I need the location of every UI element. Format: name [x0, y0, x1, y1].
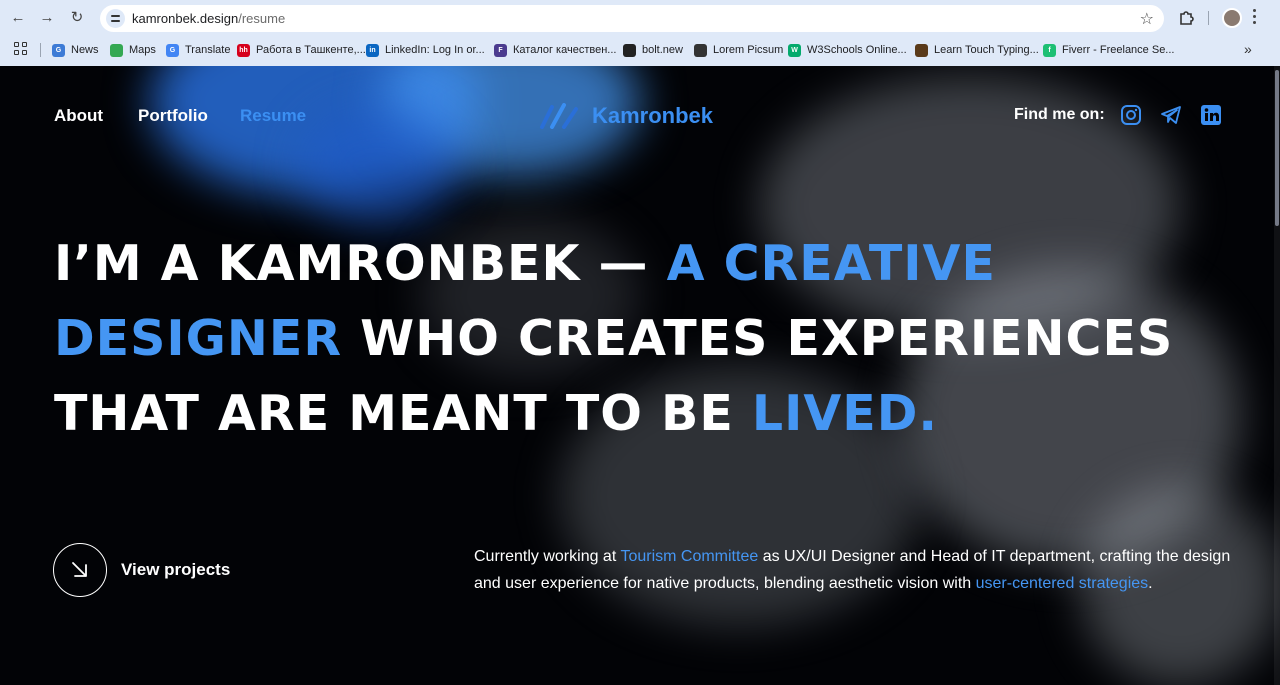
bookmark-label: bolt.new	[642, 44, 683, 56]
bookmark-favicon-icon: G	[52, 43, 65, 57]
back-button[interactable]: ←	[7, 7, 29, 29]
hero-headline: I’M A KAMRONBEK — A CREATIVE DESIGNER WH…	[54, 226, 1234, 451]
portfolio-page: About Portfolio Resume Kamronbek Find me…	[0, 66, 1280, 685]
instagram-icon	[1121, 105, 1141, 125]
url-text[interactable]: kamronbek.design/resume	[132, 11, 285, 26]
view-projects-button[interactable]	[53, 543, 107, 597]
bookmark-item[interactable]: bolt.new	[623, 42, 683, 58]
bookmark-item[interactable]: F Каталог качествен...	[494, 42, 616, 58]
tourism-committee-link[interactable]: Tourism Committee	[620, 548, 758, 565]
bookmark-item[interactable]: Lorem Picsum	[694, 42, 783, 58]
url-host: kamronbek.design	[132, 11, 239, 26]
find-me-label: Find me on:	[1014, 106, 1105, 123]
arrow-left-icon: ←	[10, 9, 26, 26]
linkedin-icon	[1201, 105, 1221, 125]
apps-grid-icon[interactable]	[14, 42, 29, 57]
logo-mark-icon	[540, 103, 578, 129]
bookmark-item[interactable]: f Fiverr - Freelance Se...	[1043, 42, 1174, 58]
bookmark-favicon-icon: f	[1043, 43, 1056, 57]
intro-text: Currently working at	[474, 548, 621, 565]
address-bar[interactable]: kamronbek.design/resume ☆	[100, 5, 1164, 32]
bookmark-favicon-icon: G	[166, 43, 179, 57]
bookmark-label: Каталог качествен...	[513, 44, 617, 56]
bookmark-item[interactable]: G Translate	[166, 42, 230, 58]
bookmark-label: Lorem Picsum	[713, 44, 784, 56]
reload-icon: ↻	[70, 9, 84, 26]
url-path: /resume	[238, 11, 286, 26]
scrollbar-track[interactable]	[1274, 66, 1280, 685]
instagram-link[interactable]	[1120, 104, 1142, 126]
headline-line-1: I’M A KAMRONBEK — A CREATIVE	[54, 226, 1234, 301]
bookmark-favicon-icon: in	[366, 43, 379, 57]
headline-highlight: A CREATIVE	[666, 235, 996, 292]
logo-text: Kamronbek	[592, 103, 714, 128]
scrollbar-thumb[interactable]	[1275, 70, 1279, 226]
browser-toolbar: ← → ↻ kamronbek.design/resume ☆	[0, 0, 1280, 36]
browser-chrome: ← → ↻ kamronbek.design/resume ☆ G News Map…	[0, 0, 1280, 66]
bookmark-label: W3Schools Online...	[807, 44, 907, 56]
bookmark-label: News	[71, 44, 99, 56]
bookmark-item[interactable]: Maps	[110, 42, 156, 58]
headline-text: WHO CREATES EXPERIENCES	[342, 310, 1174, 367]
bookmark-item[interactable]: hh Работа в Ташкенте,...	[237, 42, 366, 58]
arrow-down-right-icon	[71, 561, 87, 577]
bookmark-item[interactable]: W W3Schools Online...	[788, 42, 907, 58]
browser-menu-icon[interactable]	[1252, 9, 1258, 27]
bookmark-star-icon[interactable]: ☆	[1140, 9, 1154, 29]
headline-text: THAT ARE MEANT TO BE	[54, 385, 752, 442]
user-centered-link[interactable]: user-centered strategies	[976, 575, 1149, 592]
nav-about[interactable]: About	[54, 106, 103, 126]
nav-resume[interactable]: Resume	[240, 106, 306, 126]
intro-paragraph: Currently working at Tourism Committee a…	[474, 543, 1244, 597]
headline-line-2: DESIGNER WHO CREATES EXPERIENCES	[54, 301, 1234, 376]
bookmark-label: Learn Touch Typing...	[934, 44, 1039, 56]
bookmark-favicon-icon	[623, 43, 636, 57]
bookmark-favicon-icon	[694, 43, 707, 57]
headline-highlight: LIVED.	[751, 385, 939, 442]
bookmark-item[interactable]: in LinkedIn: Log In or...	[366, 42, 485, 58]
bookmarks-overflow-icon[interactable]: »	[1244, 41, 1252, 57]
headline-text: I’M A KAMRONBEK —	[54, 235, 667, 292]
telegram-link[interactable]	[1160, 104, 1182, 126]
view-projects-label[interactable]: View projects	[121, 560, 230, 580]
bookmark-label: Translate	[185, 44, 231, 56]
linkedin-link[interactable]	[1200, 104, 1222, 126]
arrow-right-icon: →	[39, 9, 55, 26]
site-settings-icon[interactable]	[106, 9, 125, 28]
bookmarks-bar: G News Maps G Translate hh Работа в Ташкенте,.…	[0, 36, 1280, 64]
extensions-icon[interactable]	[1178, 8, 1196, 26]
bookmark-favicon-icon: F	[494, 43, 507, 57]
bookmark-favicon-icon: hh	[237, 43, 250, 57]
forward-button[interactable]: →	[36, 7, 58, 29]
headline-highlight: DESIGNER	[54, 310, 343, 367]
headline-line-3: THAT ARE MEANT TO BE LIVED.	[54, 376, 1234, 451]
profile-avatar[interactable]	[1222, 8, 1242, 28]
bookmark-item[interactable]: Learn Touch Typing...	[915, 42, 1039, 58]
reload-button[interactable]: ↻	[66, 7, 88, 29]
bookmarks-separator	[40, 43, 41, 57]
bookmark-label: LinkedIn: Log In or...	[385, 44, 485, 56]
intro-text: .	[1148, 575, 1153, 592]
bookmark-label: Fiverr - Freelance Se...	[1062, 44, 1175, 56]
bookmark-favicon-icon: W	[788, 43, 801, 57]
nav-portfolio[interactable]: Portfolio	[138, 106, 208, 126]
bookmark-label: Работа в Ташкенте,...	[256, 44, 366, 56]
bookmark-item[interactable]: G News	[52, 42, 99, 58]
bookmark-favicon-icon	[110, 43, 123, 57]
toolbar-separator	[1208, 11, 1209, 25]
bookmark-favicon-icon	[915, 43, 928, 57]
bookmark-label: Maps	[129, 44, 156, 56]
site-logo[interactable]: Kamronbek	[540, 102, 713, 130]
telegram-icon	[1161, 106, 1181, 124]
